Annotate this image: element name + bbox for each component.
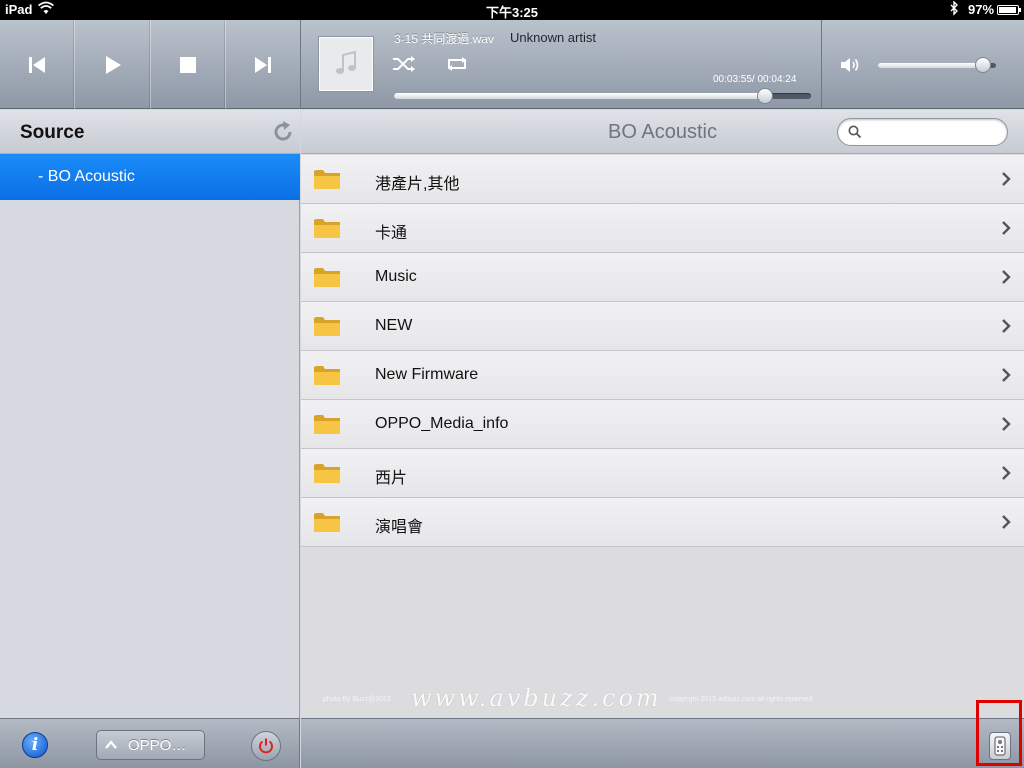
battery-percent: 97% [968, 2, 995, 17]
status-bar: iPad 下午3:25 97% [0, 0, 1024, 20]
volume-fill [878, 63, 984, 68]
folder-row[interactable]: NEW [301, 302, 1024, 351]
chevron-right-icon [1002, 466, 1011, 480]
transport-controls [0, 20, 300, 109]
stop-icon [179, 56, 196, 73]
playback-time: 00:03:55/ 00:04:24 [713, 74, 797, 85]
folder-row[interactable]: 西片 [301, 449, 1024, 498]
track-artist: Unknown artist [510, 30, 596, 45]
player-bar: 3-15 共同渡過.wav Unknown artist 00:03:55/ 0… [0, 20, 1024, 109]
folder-label: 港產片,其他 [375, 176, 460, 193]
source-toolbar: i OPPO… [0, 718, 300, 768]
bluetooth-icon [949, 0, 959, 19]
watermark-photo-credit: photo By Buzz@2013 [323, 696, 391, 703]
search-icon [848, 125, 862, 139]
chevron-right-icon [1002, 417, 1011, 431]
status-time: 下午3:25 [485, 5, 539, 20]
info-icon[interactable]: i [22, 732, 48, 758]
folder-row[interactable]: Music [301, 253, 1024, 302]
watermark-copyright: copyright 2013 avbuzz.com all rights res… [670, 696, 813, 703]
browser-header: BO Acoustic [301, 110, 1024, 154]
volume-slider[interactable] [878, 57, 996, 73]
remote-control-icon [994, 736, 1006, 756]
progress-knob[interactable] [757, 88, 774, 104]
browser-panel: BO Acoustic 港產片,其他 卡通 Music NEW New Firm… [301, 110, 1024, 718]
volume-knob[interactable] [975, 57, 992, 73]
chevron-right-icon [1002, 319, 1011, 333]
chevron-right-icon [1002, 515, 1011, 529]
chevron-up-icon [105, 740, 117, 749]
album-art [319, 37, 373, 91]
folder-row[interactable]: New Firmware [301, 351, 1024, 400]
previous-track-icon [29, 56, 46, 73]
folder-label: 演唱會 [375, 519, 424, 536]
refresh-icon[interactable] [271, 120, 295, 144]
power-icon [259, 738, 273, 754]
remote-control-highlight [976, 700, 1022, 766]
speaker-icon [841, 58, 859, 72]
music-note-icon [336, 50, 356, 74]
battery-icon [997, 5, 1021, 15]
progress-bar[interactable] [394, 88, 811, 104]
folder-icon [314, 317, 340, 336]
folder-row[interactable]: 卡通 [301, 204, 1024, 253]
folder-label: Music [375, 268, 417, 285]
remote-control-button[interactable] [989, 732, 1011, 760]
play-button[interactable] [75, 20, 151, 109]
source-header: Source [0, 110, 300, 154]
folder-label: NEW [375, 317, 413, 334]
source-panel: Source - BO Acoustic [0, 110, 300, 718]
stop-button[interactable] [151, 20, 226, 109]
track-title: 3-15 共同渡過.wav [394, 32, 495, 46]
folder-label: 西片 [375, 470, 408, 487]
play-icon [106, 55, 122, 74]
shuffle-icon[interactable] [392, 54, 416, 74]
progress-fill [394, 93, 766, 99]
search-input[interactable] [837, 118, 1008, 146]
folder-row[interactable]: 港產片,其他 [301, 155, 1024, 204]
next-track-button[interactable] [226, 20, 300, 109]
next-track-icon [254, 56, 271, 73]
source-item-label: - BO Acoustic [38, 168, 135, 185]
folder-row[interactable]: OPPO_Media_info [301, 400, 1024, 449]
folder-icon [314, 513, 340, 532]
folder-label: New Firmware [375, 366, 479, 383]
chevron-right-icon [1002, 270, 1011, 284]
folder-row[interactable]: 演唱會 [301, 498, 1024, 547]
source-title: Source [20, 122, 85, 143]
folder-list: 港產片,其他 卡通 Music NEW New Firmware OPPO_Me… [301, 155, 1024, 547]
now-playing: 3-15 共同渡過.wav Unknown artist 00:03:55/ 0… [300, 20, 822, 109]
volume-control [822, 20, 1024, 109]
folder-icon [314, 268, 340, 287]
device-selector-button[interactable]: OPPO… [96, 730, 205, 760]
chevron-right-icon [1002, 221, 1011, 235]
folder-label: 卡通 [375, 225, 408, 242]
chevron-right-icon [1002, 368, 1011, 382]
folder-icon [314, 366, 340, 385]
watermark-site: www.avbuzz.com [411, 684, 662, 712]
repeat-icon[interactable] [445, 54, 469, 74]
folder-icon [314, 170, 340, 189]
power-button[interactable] [251, 731, 281, 761]
device-label: OPPO… [128, 737, 187, 754]
folder-icon [314, 415, 340, 434]
chevron-right-icon [1002, 172, 1011, 186]
folder-icon [314, 464, 340, 483]
browser-toolbar [301, 718, 1024, 768]
previous-track-button[interactable] [0, 20, 76, 109]
folder-icon [314, 219, 340, 238]
folder-label: OPPO_Media_info [375, 415, 509, 432]
source-item-bo-acoustic[interactable]: - BO Acoustic [0, 154, 300, 200]
